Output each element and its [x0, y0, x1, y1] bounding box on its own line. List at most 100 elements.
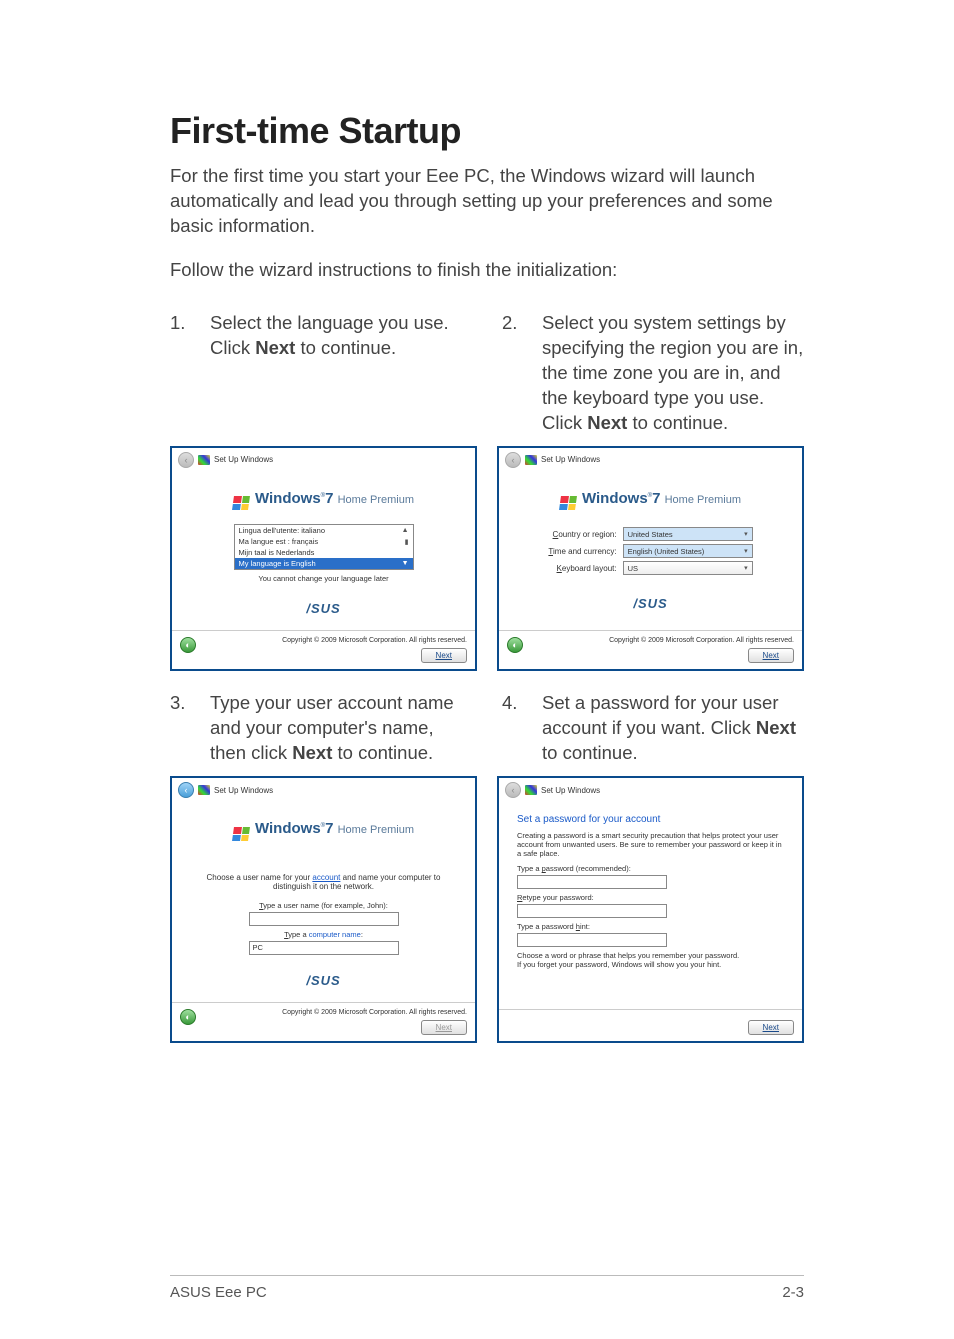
window-title: Set Up Windows	[214, 455, 273, 464]
country-label: Country or region:	[553, 530, 617, 539]
step-2: 2. Select you system settings by specify…	[502, 311, 804, 436]
list-item[interactable]: Ma langue est : français	[239, 537, 319, 546]
step-number: 1.	[170, 311, 210, 436]
back-button[interactable]: ‹	[505, 452, 521, 468]
screenshot-language: ‹ Set Up Windows Windows®7 Home Premium …	[170, 446, 477, 672]
scroll-down-icon[interactable]: ▼	[402, 560, 409, 567]
retype-password-label: Retype your password:	[517, 893, 784, 902]
chevron-down-icon: ▾	[744, 530, 748, 538]
instruction-text: Choose a user name for your account and …	[190, 873, 457, 891]
password-heading: Set a password for your account	[517, 814, 784, 825]
username-input[interactable]	[249, 912, 399, 926]
copyright-text: Copyright © 2009 Microsoft Corporation. …	[282, 1009, 467, 1016]
ease-of-access-button[interactable]: ◐	[507, 637, 523, 653]
windows-flag-icon	[525, 455, 537, 465]
list-item-selected[interactable]: My language is English	[239, 559, 316, 568]
intro-paragraph: For the first time you start your Eee PC…	[170, 164, 804, 239]
footer-right: 2-3	[782, 1284, 804, 1301]
step-pre: Set a password for your user account if …	[542, 692, 779, 738]
back-button[interactable]: ‹	[505, 782, 521, 798]
username-label: Type a user name (for example, John):	[259, 901, 388, 910]
window-title: Set Up Windows	[541, 786, 600, 795]
account-link[interactable]: account	[312, 873, 340, 882]
step-number: 3.	[170, 691, 210, 766]
computer-name-link[interactable]: computer name	[309, 930, 361, 939]
windows-flag-icon	[525, 785, 537, 795]
brand-name: Windows	[255, 820, 321, 837]
window-titlebar: ‹ Set Up Windows	[172, 448, 475, 472]
step-number: 2.	[502, 311, 542, 436]
time-currency-label: Time and currency:	[548, 547, 616, 556]
keyboard-dropdown[interactable]: US ▾	[623, 561, 753, 575]
screenshot-password: ‹ Set Up Windows Set a password for your…	[497, 776, 804, 1043]
list-item[interactable]: Mijn taal is Nederlands	[239, 548, 315, 557]
dropdown-value: United States	[628, 530, 673, 539]
windows-flag-icon	[232, 496, 250, 510]
dropdown-value: US	[628, 564, 638, 573]
window-titlebar: ‹ Set Up Windows	[499, 448, 802, 472]
windows-flag-icon	[198, 455, 210, 465]
brand-edition: Home Premium	[338, 494, 414, 506]
chevron-down-icon: ▾	[744, 564, 748, 572]
scroll-up-icon[interactable]: ▲	[402, 527, 409, 534]
back-button[interactable]: ‹	[178, 452, 194, 468]
step-bold: Next	[255, 337, 295, 358]
password-hint-input[interactable]	[517, 933, 667, 947]
language-list[interactable]: Lingua dell'utente: italiano ▲ Ma langue …	[234, 524, 414, 570]
country-dropdown[interactable]: United States ▾	[623, 527, 753, 541]
step-number: 4.	[502, 691, 542, 766]
next-button[interactable]: Next	[748, 1020, 794, 1035]
step-text: Select you system settings by specifying…	[542, 311, 804, 436]
retype-password-input[interactable]	[517, 904, 667, 918]
step-bold: Next	[292, 742, 332, 763]
back-button[interactable]: ‹	[178, 782, 194, 798]
footer-left: ASUS Eee PC	[170, 1284, 267, 1301]
copyright-text: Copyright © 2009 Microsoft Corporation. …	[609, 637, 794, 644]
copyright-text: Copyright © 2009 Microsoft Corporation. …	[282, 637, 467, 644]
input-value: PC	[253, 943, 263, 952]
windows-logo-heading: Windows®7 Home Premium	[560, 490, 741, 511]
time-currency-dropdown[interactable]: English (United States)▾	[623, 544, 753, 558]
next-button[interactable]: Next	[421, 648, 467, 663]
step-text: Set a password for your user account if …	[542, 691, 804, 766]
step-bold: Next	[756, 717, 796, 738]
scroll-thumb-icon[interactable]: ▮	[405, 538, 409, 546]
window-title: Set Up Windows	[541, 455, 600, 464]
keyboard-label: Keyboard layout:	[557, 564, 617, 573]
password-description: Creating a password is a smart security …	[517, 831, 784, 858]
ease-of-access-button[interactable]: ◐	[180, 637, 196, 653]
asus-logo: /SUS	[633, 596, 667, 611]
windows-flag-icon	[559, 496, 577, 510]
next-button[interactable]: Next	[421, 1020, 467, 1035]
step-text: Type your user account name and your com…	[210, 691, 472, 766]
windows-logo-heading: Windows®7 Home Premium	[233, 820, 414, 841]
next-button[interactable]: Next	[748, 648, 794, 663]
windows-flag-icon	[198, 785, 210, 795]
list-item[interactable]: Lingua dell'utente: italiano	[239, 526, 326, 535]
asus-logo: /SUS	[306, 973, 340, 988]
chevron-down-icon: ▾	[744, 547, 748, 555]
step-post: to continue.	[295, 337, 396, 358]
step-post: to continue.	[627, 412, 728, 433]
language-note: You cannot change your language later	[258, 574, 388, 583]
brand-version: 7	[652, 490, 660, 507]
window-titlebar: ‹ Set Up Windows	[499, 778, 802, 802]
brand-name: Windows	[255, 490, 321, 507]
windows-flag-icon	[232, 827, 250, 841]
step-3: 3. Type your user account name and your …	[170, 691, 472, 766]
step-4: 4. Set a password for your user account …	[502, 691, 804, 766]
password-hint-label: Type a password hint:	[517, 922, 784, 931]
step-post: to continue.	[332, 742, 433, 763]
brand-version: 7	[325, 490, 333, 507]
screenshot-username: ‹ Set Up Windows Windows®7 Home Premium …	[170, 776, 477, 1043]
password-input[interactable]	[517, 875, 667, 889]
brand-name: Windows	[582, 490, 648, 507]
page-heading: First-time Startup	[170, 110, 804, 152]
step-bold: Next	[587, 412, 627, 433]
asus-logo: /SUS	[306, 601, 340, 616]
windows-logo-heading: Windows®7 Home Premium	[233, 490, 414, 511]
brand-edition: Home Premium	[665, 494, 741, 506]
window-title: Set Up Windows	[214, 786, 273, 795]
ease-of-access-button[interactable]: ◐	[180, 1009, 196, 1025]
computer-name-input[interactable]: PC	[249, 941, 399, 955]
